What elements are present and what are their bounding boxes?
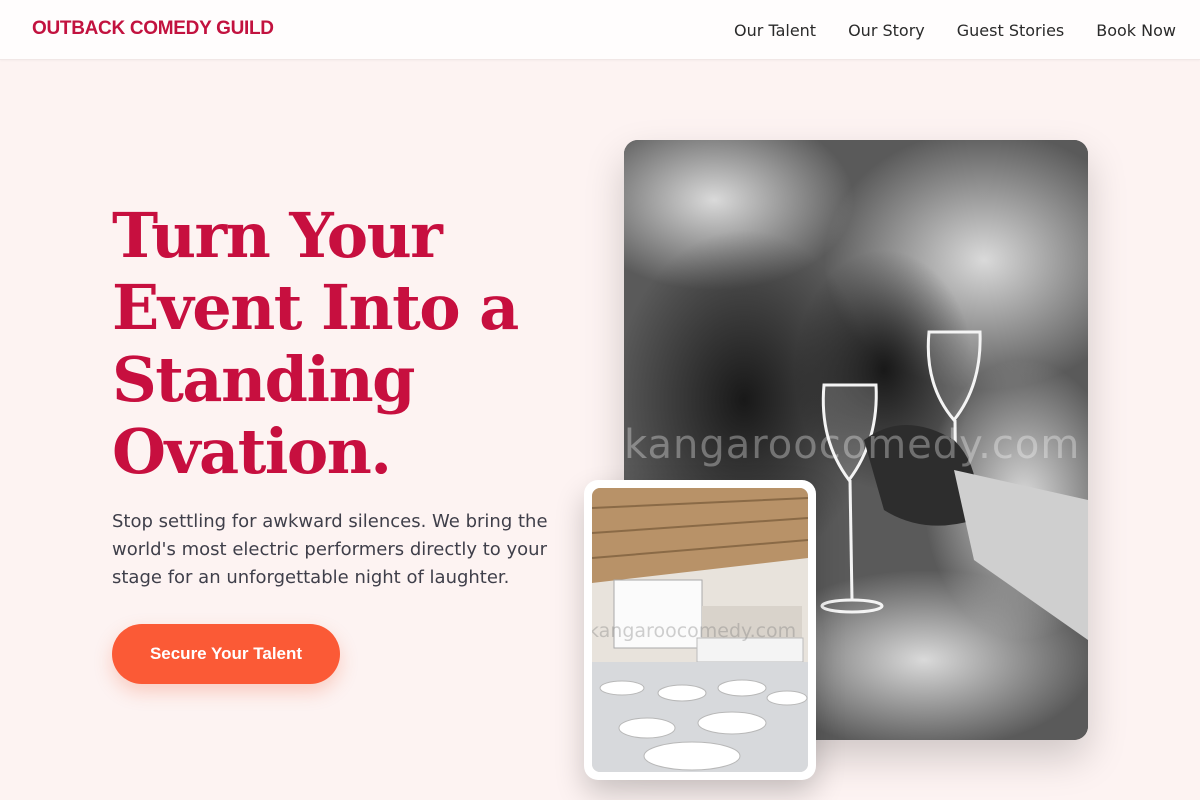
secure-talent-button[interactable]: Secure Your Talent: [112, 624, 340, 684]
hero-photo-venue: kangaroocomedy.com: [592, 488, 808, 772]
main-photo-watermark: kangaroocomedy.com: [624, 422, 1081, 468]
nav-links: Our Talent Our Story Guest Stories Book …: [734, 0, 1176, 60]
hero-title: Turn Your Event Into a Standing Ovation.: [112, 199, 519, 488]
nav-link-book-now[interactable]: Book Now: [1096, 21, 1176, 40]
hero-subtitle: Stop settling for awkward silences. We b…: [112, 511, 548, 588]
inset-photo-frame: kangaroocomedy.com: [584, 480, 816, 780]
top-navigation-bar: OUTBACK COMEDY GUILD Our Talent Our Stor…: [0, 0, 1200, 60]
nav-link-guest-stories[interactable]: Guest Stories: [957, 21, 1065, 40]
nav-link-our-story[interactable]: Our Story: [848, 21, 925, 40]
brand-logo-link[interactable]: OUTBACK COMEDY GUILD: [32, 18, 274, 40]
inset-photo-watermark: kangaroocomedy.com: [592, 620, 797, 642]
nav-link-our-talent[interactable]: Our Talent: [734, 21, 816, 40]
